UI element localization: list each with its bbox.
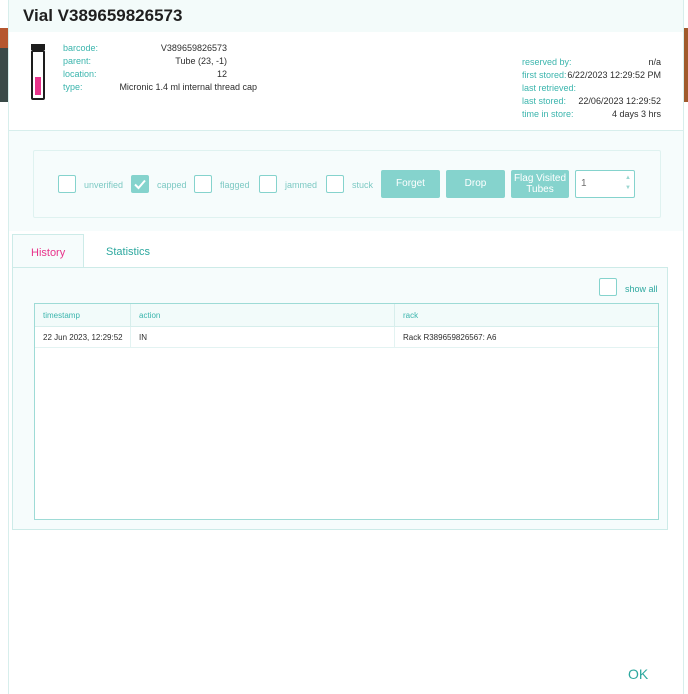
time-in-store-value: 4 days 3 hrs xyxy=(611,109,661,119)
jammed-checkbox[interactable] xyxy=(259,175,277,193)
tab-statistics[interactable]: Statistics xyxy=(106,246,150,258)
time-in-store-label: time in store: xyxy=(522,109,574,119)
first-stored-label: first stored: xyxy=(522,70,567,80)
history-panel: show all timestamp action rack 22 Jun 20… xyxy=(12,267,668,530)
flagged-label: flagged xyxy=(220,180,250,190)
vial-dialog: Vial V389659826573 barcode: V38965982657… xyxy=(8,0,684,694)
show-all-checkbox[interactable] xyxy=(599,278,617,296)
col-action[interactable]: action xyxy=(139,311,160,320)
type-value: Micronic 1.4 ml internal thread cap xyxy=(119,82,257,92)
stuck-label: stuck xyxy=(352,180,374,190)
history-table: timestamp action rack 22 Jun 2023, 12:29… xyxy=(34,303,659,520)
first-stored-value: 6/22/2023 12:29:52 PM xyxy=(567,70,661,80)
table-row[interactable]: 22 Jun 2023, 12:29:52 IN Rack R389659826… xyxy=(35,327,658,348)
show-all-label: show all xyxy=(625,284,658,294)
col-rack[interactable]: rack xyxy=(403,311,418,320)
location-label: location: xyxy=(63,69,97,79)
tab-history[interactable]: History xyxy=(12,234,84,268)
capped-checkbox[interactable] xyxy=(131,175,149,193)
tab-history-label: History xyxy=(31,247,66,259)
vial-icon xyxy=(31,44,45,100)
drop-button[interactable]: Drop xyxy=(446,170,505,198)
flag-visited-line1: Flag Visited xyxy=(513,173,567,184)
vial-controls-panel: unverified capped flagged jammed stuck F… xyxy=(33,150,661,218)
cell-divider xyxy=(130,327,131,347)
parent-value: Tube (23, -1) xyxy=(175,56,227,66)
table-header: timestamp action rack xyxy=(35,304,658,327)
flag-visited-tubes-button[interactable]: Flag Visited Tubes xyxy=(511,170,569,198)
count-stepper[interactable]: 1 ▲ ▼ xyxy=(575,170,635,198)
tabs-area: History Statistics show all timestamp ac… xyxy=(12,234,668,530)
stuck-checkbox[interactable] xyxy=(326,175,344,193)
ok-button[interactable]: OK xyxy=(628,666,648,682)
flag-visited-line2: Tubes xyxy=(526,184,554,195)
controls-area: unverified capped flagged jammed stuck F… xyxy=(9,131,683,231)
last-stored-label: last stored: xyxy=(522,96,567,106)
type-label: type: xyxy=(63,82,83,92)
column-divider xyxy=(394,304,395,326)
parent-label: parent: xyxy=(63,56,92,66)
cell-timestamp: 22 Jun 2023, 12:29:52 xyxy=(43,333,123,342)
dialog-titlebar: Vial V389659826573 xyxy=(9,0,683,33)
stepper-up-icon[interactable]: ▲ xyxy=(625,175,631,181)
cell-rack: Rack R389659826567: A6 xyxy=(403,333,497,342)
dialog-title: Vial V389659826573 xyxy=(23,6,183,25)
stepper-down-icon[interactable]: ▼ xyxy=(625,185,631,191)
check-icon xyxy=(134,179,146,190)
barcode-value: V389659826573 xyxy=(160,43,227,53)
last-retrieved-label: last retrieved: xyxy=(522,83,577,93)
capped-label: capped xyxy=(157,180,187,190)
last-stored-value: 22/06/2023 12:29:52 xyxy=(578,96,661,106)
reserved-by-value: n/a xyxy=(648,57,661,67)
barcode-label: barcode: xyxy=(63,43,99,53)
jammed-label: jammed xyxy=(285,180,318,190)
cell-action: IN xyxy=(139,333,147,342)
unverified-checkbox[interactable] xyxy=(58,175,76,193)
column-divider xyxy=(130,304,131,326)
unverified-label: unverified xyxy=(84,180,124,190)
reserved-by-label: reserved by: xyxy=(522,57,572,67)
col-timestamp[interactable]: timestamp xyxy=(43,311,80,320)
location-value: 12 xyxy=(216,69,227,79)
forget-button[interactable]: Forget xyxy=(381,170,440,198)
cell-divider xyxy=(394,327,395,347)
flagged-checkbox[interactable] xyxy=(194,175,212,193)
vial-info-panel: barcode: V389659826573 parent: Tube (23,… xyxy=(9,32,683,131)
count-value: 1 xyxy=(581,178,587,189)
